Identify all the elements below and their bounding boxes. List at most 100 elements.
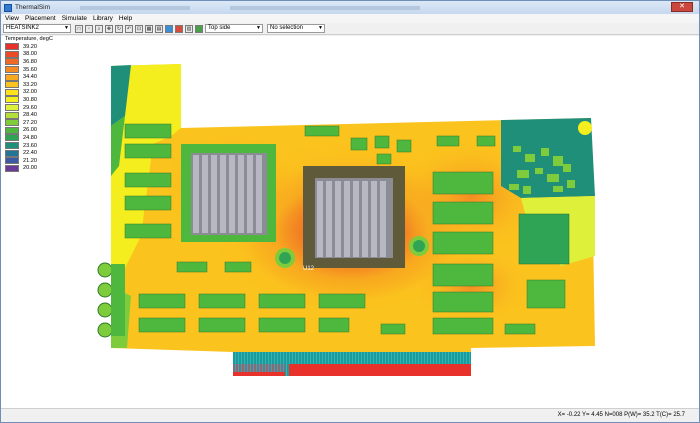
legend-value: 28.40 xyxy=(23,112,37,119)
legend-entry: 26.00 xyxy=(5,126,61,135)
legend-value: 29.60 xyxy=(23,104,37,111)
legend-entry: 33.20 xyxy=(5,81,61,89)
chevron-down-icon: ▼ xyxy=(64,25,69,31)
status-bar: X= -0.22 Y= 4.45 N=008 P(W)= 35.2 T(C)= … xyxy=(1,408,699,422)
toolbar: HEATSINK2 ▼ □ ▫ ⌕ ✥ ↻ ↶ ⊡ ▦ ▤ ▥ Top side… xyxy=(1,23,699,35)
legend-entry: 23.60 xyxy=(5,142,61,150)
component-select[interactable]: HEATSINK2 ▼ xyxy=(3,24,71,33)
legend-value: 35.60 xyxy=(23,66,37,73)
legend-entry: 28.40 xyxy=(5,111,61,119)
regulator-ic xyxy=(526,279,566,309)
legend-swatch xyxy=(5,58,19,66)
open-icon[interactable]: ▫ xyxy=(85,24,93,33)
menu-view[interactable]: View xyxy=(5,15,19,22)
legend-entry: 34.40 xyxy=(5,73,61,81)
legend-entry: 36.80 xyxy=(5,58,61,66)
title-path-blur xyxy=(80,5,191,10)
menu-placement[interactable]: Placement xyxy=(25,15,56,22)
legend-swatch xyxy=(5,134,19,142)
legend-entry: 21.20 xyxy=(5,157,61,165)
legend-swatch xyxy=(5,164,19,172)
chart-icon[interactable]: ▥ xyxy=(185,24,193,33)
legend-value: 38.00 xyxy=(23,51,37,58)
legend-entry: 39.20 xyxy=(5,43,61,51)
selection-select[interactable]: No selection ▼ xyxy=(267,24,325,33)
legend-value: 33.20 xyxy=(23,81,37,88)
legend-entry: 27.20 xyxy=(5,119,61,127)
legend-value: 27.20 xyxy=(23,119,37,126)
legend-scale: 39.20 38.00 36.80 35.60 34.40 33.20 32.00 30.80… xyxy=(5,43,61,172)
legend-swatch xyxy=(5,96,19,104)
legend-value: 26.00 xyxy=(23,127,37,134)
app-icon xyxy=(4,3,12,12)
layer-icon[interactable]: ▤ xyxy=(155,24,163,33)
temperature-legend: Temperature, degC 39.20 38.00 36.80 35.60 34… xyxy=(5,36,61,172)
fit-icon[interactable]: ⊡ xyxy=(135,24,143,33)
new-icon[interactable]: □ xyxy=(75,24,83,33)
close-button[interactable]: ✕ xyxy=(671,2,693,12)
legend-entry: 24.80 xyxy=(5,134,61,142)
legend-entry: 20.00 xyxy=(5,164,61,173)
chip-label: U12 xyxy=(303,266,315,272)
pan-icon[interactable]: ✥ xyxy=(105,24,113,33)
legend-entry: 29.60 xyxy=(5,104,61,112)
menu-help[interactable]: Help xyxy=(119,15,132,22)
legend-value: 39.20 xyxy=(23,43,37,50)
simulation-canvas[interactable]: U12 Temperature, degC 39.20 38.00 36.80 … xyxy=(1,36,699,408)
bracket-connectors xyxy=(97,262,125,338)
grid-icon[interactable]: ▦ xyxy=(145,24,153,33)
heatsink-center[interactable] xyxy=(315,178,393,258)
zoom-icon[interactable]: ⌕ xyxy=(95,24,103,33)
board-mark xyxy=(578,121,592,135)
legend-value: 32.00 xyxy=(23,89,37,96)
color-icon[interactable] xyxy=(165,24,173,33)
legend-swatch xyxy=(5,111,19,119)
legend-swatch xyxy=(5,43,19,51)
legend-swatch xyxy=(5,119,19,127)
legend-value: 34.40 xyxy=(23,74,37,81)
legend-value: 36.80 xyxy=(23,58,37,65)
legend-swatch xyxy=(5,142,19,150)
legend-value: 21.20 xyxy=(23,157,37,164)
legend-swatch xyxy=(5,50,19,58)
legend-title: Temperature, degC xyxy=(5,36,53,42)
legend-value: 23.60 xyxy=(23,142,37,149)
heatsink-left[interactable] xyxy=(191,153,267,235)
rotate-icon[interactable]: ↻ xyxy=(115,24,123,33)
chevron-down-icon: ▼ xyxy=(318,25,323,31)
view-select[interactable]: Top side ▼ xyxy=(205,24,263,33)
thermal-map[interactable]: U12 xyxy=(1,36,699,408)
title-bar: ThermalSim ✕ xyxy=(1,1,699,14)
status-coordinates: X= -0.22 Y= 4.45 N=008 P(W)= 35.2 T(C)= … xyxy=(557,412,685,418)
component-select-value: HEATSINK2 xyxy=(6,25,39,31)
legend-value: 22.40 xyxy=(23,150,37,157)
legend-swatch xyxy=(5,126,19,134)
app-window: ThermalSim ✕ View Placement Simulate Lib… xyxy=(0,0,700,423)
selection-select-value: No selection xyxy=(270,25,304,31)
legend-value: 24.80 xyxy=(23,134,37,141)
undo-icon[interactable]: ↶ xyxy=(125,24,133,33)
menu-library[interactable]: Library xyxy=(93,15,113,22)
title-path-blur-2 xyxy=(230,5,421,10)
power-ic xyxy=(518,213,570,265)
legend-value: 20.00 xyxy=(23,165,37,172)
legend-entry: 38.00 xyxy=(5,50,61,59)
legend-swatch xyxy=(5,66,19,74)
legend-swatch xyxy=(5,73,19,81)
palette-icon[interactable] xyxy=(175,24,183,33)
legend-swatch xyxy=(5,149,19,157)
legend-entry: 32.00 xyxy=(5,88,61,97)
legend-entry: 30.80 xyxy=(5,96,61,104)
layers-toggle-icon[interactable] xyxy=(195,24,203,33)
legend-swatch xyxy=(5,81,19,89)
legend-entry: 22.40 xyxy=(5,149,61,157)
window-title: ThermalSim xyxy=(15,4,51,11)
legend-entry: 35.60 xyxy=(5,66,61,74)
legend-swatch xyxy=(5,157,19,165)
legend-value: 30.80 xyxy=(23,96,37,103)
menu-bar: View Placement Simulate Library Help xyxy=(1,14,699,23)
chevron-down-icon: ▼ xyxy=(256,25,261,31)
view-select-value: Top side xyxy=(208,25,231,31)
legend-swatch xyxy=(5,88,19,96)
menu-simulate[interactable]: Simulate xyxy=(62,15,87,22)
